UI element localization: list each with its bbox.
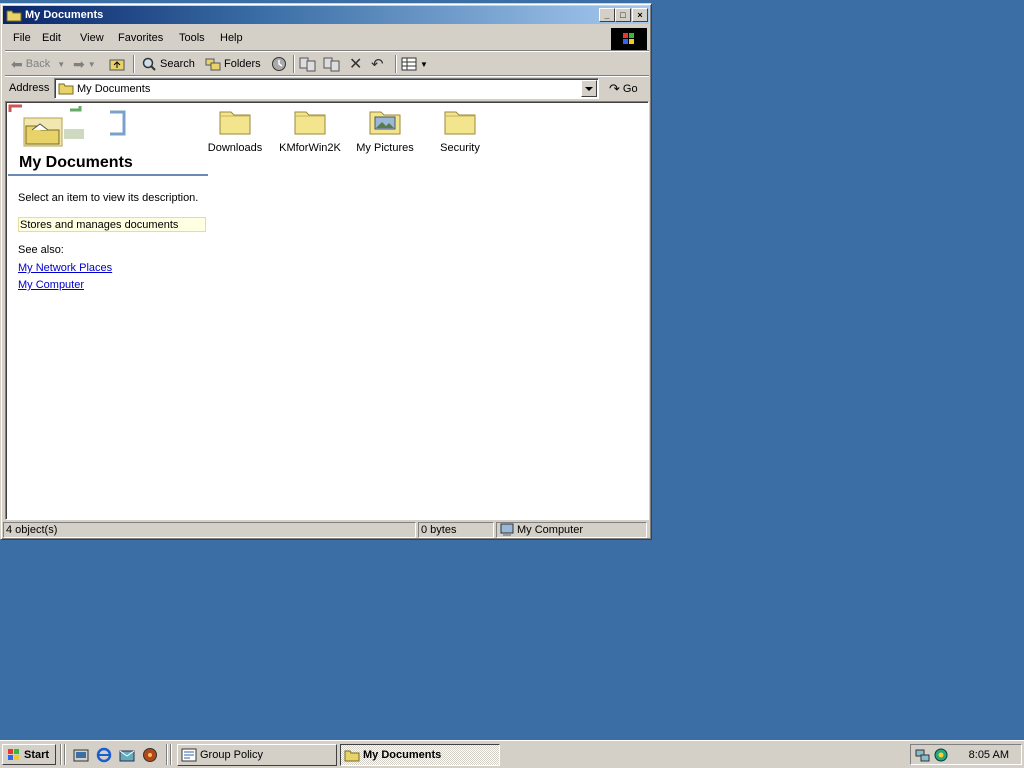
up-folder-icon xyxy=(109,59,125,71)
address-label: Address xyxy=(9,82,50,94)
dropdown-arrow-icon: ▼ xyxy=(420,59,428,69)
folder-icon xyxy=(294,111,326,135)
menu-edit[interactable]: Edit xyxy=(42,32,61,44)
folder-item-security[interactable]: Security xyxy=(422,106,498,154)
web-view-banner-art xyxy=(8,104,126,147)
folder-icon xyxy=(219,111,251,135)
menu-help[interactable]: Help xyxy=(220,32,243,44)
views-icon xyxy=(401,57,417,71)
outlook-express-icon[interactable] xyxy=(119,747,135,763)
status-zone: My Computer xyxy=(496,522,647,538)
copy-to-button[interactable] xyxy=(323,55,341,73)
history-button[interactable] xyxy=(271,55,287,73)
address-dropdown-button[interactable] xyxy=(581,80,597,97)
media-player-icon[interactable] xyxy=(142,747,158,763)
my-documents-icon xyxy=(344,750,360,762)
back-arrow-icon: ⬅ xyxy=(11,55,23,72)
standard-toolbar: ⬅ Back ▼ ➡ ▼ Search Folders ✕ ↶ ▼ xyxy=(5,52,649,76)
move-to-icon xyxy=(299,57,316,72)
taskbar-separator xyxy=(60,744,62,765)
pictures-folder-icon xyxy=(369,111,401,135)
folders-icon xyxy=(205,58,221,71)
menu-bar: File Edit View Favorites Tools Help xyxy=(5,28,649,50)
address-bar: Address My Documents ↷ Go xyxy=(5,77,649,101)
system-tray: 8:05 AM xyxy=(910,744,1022,765)
clock[interactable]: 8:05 AM xyxy=(969,749,1009,761)
folder-icon xyxy=(6,10,22,22)
maximize-button[interactable]: □ xyxy=(615,8,631,22)
menu-file[interactable]: File xyxy=(13,32,31,44)
move-to-button[interactable] xyxy=(299,55,317,73)
forward-arrow-icon: ➡ xyxy=(73,55,85,72)
search-icon xyxy=(142,57,156,71)
link-my-network-places[interactable]: My Network Places xyxy=(18,262,112,274)
menu-favorites[interactable]: Favorites xyxy=(118,32,163,44)
link-my-computer[interactable]: My Computer xyxy=(18,279,84,291)
explorer-window: My Documents _ □ × File Edit View Favori… xyxy=(0,3,652,540)
views-button[interactable]: ▼ xyxy=(401,55,428,73)
start-button[interactable]: Start xyxy=(2,744,56,765)
chevron-down-icon xyxy=(585,87,593,91)
panel-description: Select an item to view its description. xyxy=(18,192,199,204)
status-object-count: 4 object(s) xyxy=(3,522,416,538)
go-button[interactable]: ↷ Go xyxy=(609,80,638,98)
task-button-group-policy[interactable]: Group Policy xyxy=(177,744,337,766)
undo-icon: ↶ xyxy=(371,56,384,73)
security-icon[interactable] xyxy=(933,747,949,763)
status-bar: 4 object(s) 0 bytes My Computer xyxy=(3,521,649,539)
back-button[interactable]: ⬅ Back ▼ xyxy=(11,55,65,73)
toolbar-separator xyxy=(293,55,295,73)
address-field[interactable]: My Documents xyxy=(54,78,599,99)
undo-button[interactable]: ↶ xyxy=(371,55,384,73)
see-also-label: See also: xyxy=(18,244,64,256)
dropdown-arrow-icon: ▼ xyxy=(87,59,96,69)
my-computer-icon xyxy=(500,523,514,536)
delete-icon: ✕ xyxy=(349,56,363,73)
folder-icon xyxy=(444,111,476,135)
dropdown-arrow-icon: ▼ xyxy=(57,59,66,69)
taskbar-separator xyxy=(166,744,168,765)
windows-logo-icon xyxy=(8,748,19,760)
menu-view[interactable]: View xyxy=(80,32,104,44)
network-icon[interactable] xyxy=(915,747,931,763)
panel-info-box: Stores and manages documents xyxy=(18,217,206,232)
toolbar-separator xyxy=(133,55,135,73)
copy-to-icon xyxy=(323,57,340,72)
go-arrow-icon: ↷ xyxy=(609,81,620,96)
my-documents-icon xyxy=(58,83,74,95)
minimize-button[interactable]: _ xyxy=(599,8,615,22)
group-policy-icon xyxy=(181,748,197,762)
search-button[interactable]: Search xyxy=(141,55,195,73)
folder-view: My Documents Select an item to view its … xyxy=(5,101,649,520)
address-value: My Documents xyxy=(77,83,151,95)
forward-button[interactable]: ➡ ▼ xyxy=(73,55,96,73)
title-bar[interactable]: My Documents _ □ × xyxy=(3,6,649,24)
close-button[interactable]: × xyxy=(632,8,648,22)
delete-button[interactable]: ✕ xyxy=(349,55,362,73)
window-title: My Documents xyxy=(25,9,104,21)
folder-item-kmforwin2k[interactable]: KMforWin2K xyxy=(272,106,348,154)
task-button-my-documents[interactable]: My Documents xyxy=(340,744,500,766)
taskbar: Start Group Policy My Documents 8:05 AM xyxy=(0,740,1024,768)
panel-title: My Documents xyxy=(19,154,133,171)
menu-tools[interactable]: Tools xyxy=(179,32,205,44)
folder-item-my-pictures[interactable]: My Pictures xyxy=(347,106,423,154)
taskbar-separator xyxy=(170,744,172,765)
toolbar-separator xyxy=(395,55,397,73)
internet-explorer-icon[interactable] xyxy=(96,747,112,763)
panel-divider xyxy=(8,174,208,176)
taskbar-separator xyxy=(64,744,66,765)
folder-item-downloads[interactable]: Downloads xyxy=(197,106,273,154)
windows-logo-icon xyxy=(611,28,647,50)
status-size: 0 bytes xyxy=(418,522,494,538)
up-folder-button[interactable] xyxy=(109,55,125,73)
history-icon xyxy=(272,57,286,71)
folders-button[interactable]: Folders xyxy=(205,55,261,73)
show-desktop-icon[interactable] xyxy=(73,747,89,763)
